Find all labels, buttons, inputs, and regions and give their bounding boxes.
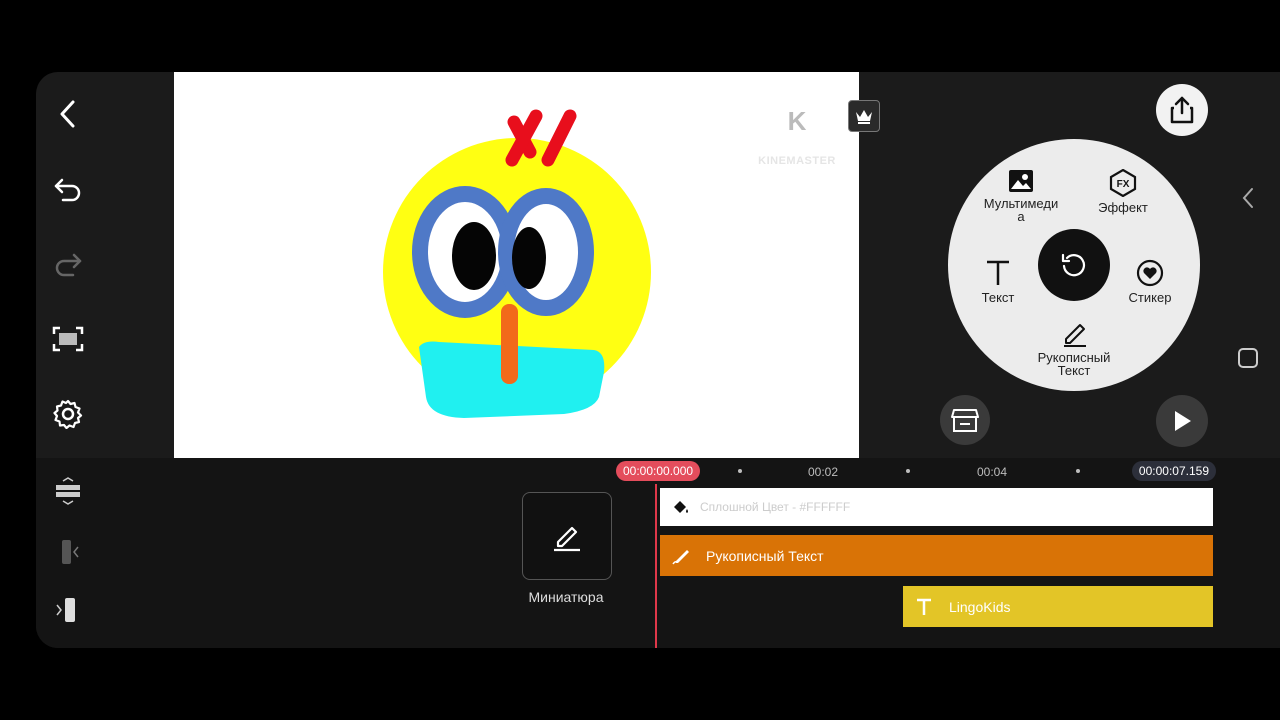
trim-right-icon bbox=[56, 598, 75, 622]
square-icon bbox=[1238, 348, 1258, 368]
media-label: Мультимеди а bbox=[983, 196, 1059, 224]
time-ruler[interactable]: 00:00:00.000 00:02 00:04 00:00:07.159 bbox=[616, 458, 1216, 484]
handwriting-clip-label: Рукописный Текст bbox=[706, 547, 824, 564]
fullscreen-button[interactable] bbox=[46, 317, 90, 361]
refresh-icon bbox=[1061, 253, 1086, 277]
kinemaster-editor: K KINEMASTER Мультимеди а FX Эффект Текс… bbox=[36, 72, 1280, 648]
svg-text:FX: FX bbox=[1117, 179, 1130, 190]
redo-icon bbox=[55, 253, 82, 277]
sticker-label: Стикер bbox=[1128, 290, 1172, 305]
solid-color-clip[interactable]: Сплошной Цвет - #FFFFFF bbox=[660, 488, 1213, 526]
end-timecode: 00:00:07.159 bbox=[1131, 461, 1216, 481]
thumbnail-label: Миниатюра bbox=[528, 589, 604, 605]
text-icon bbox=[917, 598, 931, 615]
store-icon bbox=[951, 409, 979, 432]
image-icon bbox=[1009, 170, 1033, 192]
chevron-left-icon bbox=[1242, 188, 1253, 208]
ruler-dot bbox=[906, 469, 910, 473]
effect-label: Эффект bbox=[1098, 200, 1148, 215]
handwriting-clip[interactable]: Рукописный Текст bbox=[660, 535, 1213, 576]
gear-icon bbox=[53, 399, 83, 429]
redo-button[interactable] bbox=[46, 242, 90, 286]
screen-capture-icon bbox=[52, 326, 84, 352]
undo-icon bbox=[54, 178, 81, 202]
current-timecode: 00:00:00.000 bbox=[616, 461, 701, 481]
expand-tracks-icon bbox=[56, 477, 80, 505]
sticker-menu-item[interactable]: Стикер bbox=[1120, 259, 1180, 304]
left-toolbar bbox=[36, 72, 100, 458]
handwriting-menu-item[interactable]: Рукописный Текст bbox=[1024, 319, 1124, 377]
asset-store-button[interactable] bbox=[940, 395, 990, 445]
text-label: Текст bbox=[981, 290, 1015, 305]
undo-button[interactable] bbox=[46, 167, 90, 211]
recents-button[interactable] bbox=[1232, 342, 1264, 374]
rotate-wheel-button[interactable] bbox=[1038, 229, 1110, 301]
ruler-tick-2: 00:02 bbox=[808, 465, 839, 479]
sticker-icon bbox=[1136, 259, 1164, 287]
jump-end-button[interactable] bbox=[50, 592, 86, 628]
settings-button[interactable] bbox=[46, 392, 90, 436]
text-icon bbox=[987, 260, 1009, 285]
text-menu-item[interactable]: Текст bbox=[968, 259, 1028, 304]
media-wheel: Мультимеди а FX Эффект Текст Стикер Руко… bbox=[948, 139, 1200, 391]
jump-start-button[interactable] bbox=[50, 534, 86, 570]
timeline-expand-button[interactable] bbox=[50, 474, 86, 510]
kinemaster-watermark: K KINEMASTER bbox=[751, 94, 843, 167]
thumbnail-button[interactable] bbox=[522, 492, 612, 580]
pencil-icon bbox=[554, 526, 580, 552]
export-button[interactable] bbox=[1156, 84, 1208, 136]
play-icon bbox=[1175, 411, 1191, 431]
solid-color-clip-label: Сплошной Цвет - #FFFFFF bbox=[700, 500, 851, 514]
timeline-panel: Миниатюра 00:00:00.000 00:02 00:04 00:00… bbox=[36, 458, 1280, 648]
back-button[interactable] bbox=[46, 92, 90, 136]
collapse-panel-button[interactable] bbox=[1232, 182, 1264, 214]
media-menu-item[interactable]: Мультимеди а bbox=[976, 169, 1066, 223]
brush-icon bbox=[672, 549, 689, 564]
text-clip-label: LingoKids bbox=[949, 598, 1011, 615]
chevron-left-icon bbox=[60, 100, 75, 128]
premium-crown-button[interactable] bbox=[848, 100, 880, 132]
share-icon bbox=[1170, 96, 1194, 124]
trim-left-icon bbox=[62, 540, 79, 564]
ruler-dot bbox=[1076, 469, 1080, 473]
pen-icon bbox=[1064, 324, 1086, 347]
paint-bucket-icon bbox=[674, 501, 688, 513]
play-button[interactable] bbox=[1156, 395, 1208, 447]
ruler-tick-4: 00:04 bbox=[977, 465, 1008, 479]
svg-text:K: K bbox=[788, 106, 807, 136]
text-clip[interactable]: LingoKids bbox=[903, 586, 1213, 627]
ruler-dot bbox=[738, 469, 742, 473]
kinemaster-logo-icon: K bbox=[773, 97, 821, 145]
effect-menu-item[interactable]: FX Эффект bbox=[1088, 169, 1158, 214]
playhead[interactable] bbox=[655, 484, 657, 648]
crown-icon bbox=[856, 110, 872, 124]
watermark-text: KINEMASTER bbox=[758, 155, 836, 167]
fx-icon: FX bbox=[1109, 169, 1137, 197]
handwriting-label: Рукописный Текст bbox=[1037, 350, 1111, 378]
